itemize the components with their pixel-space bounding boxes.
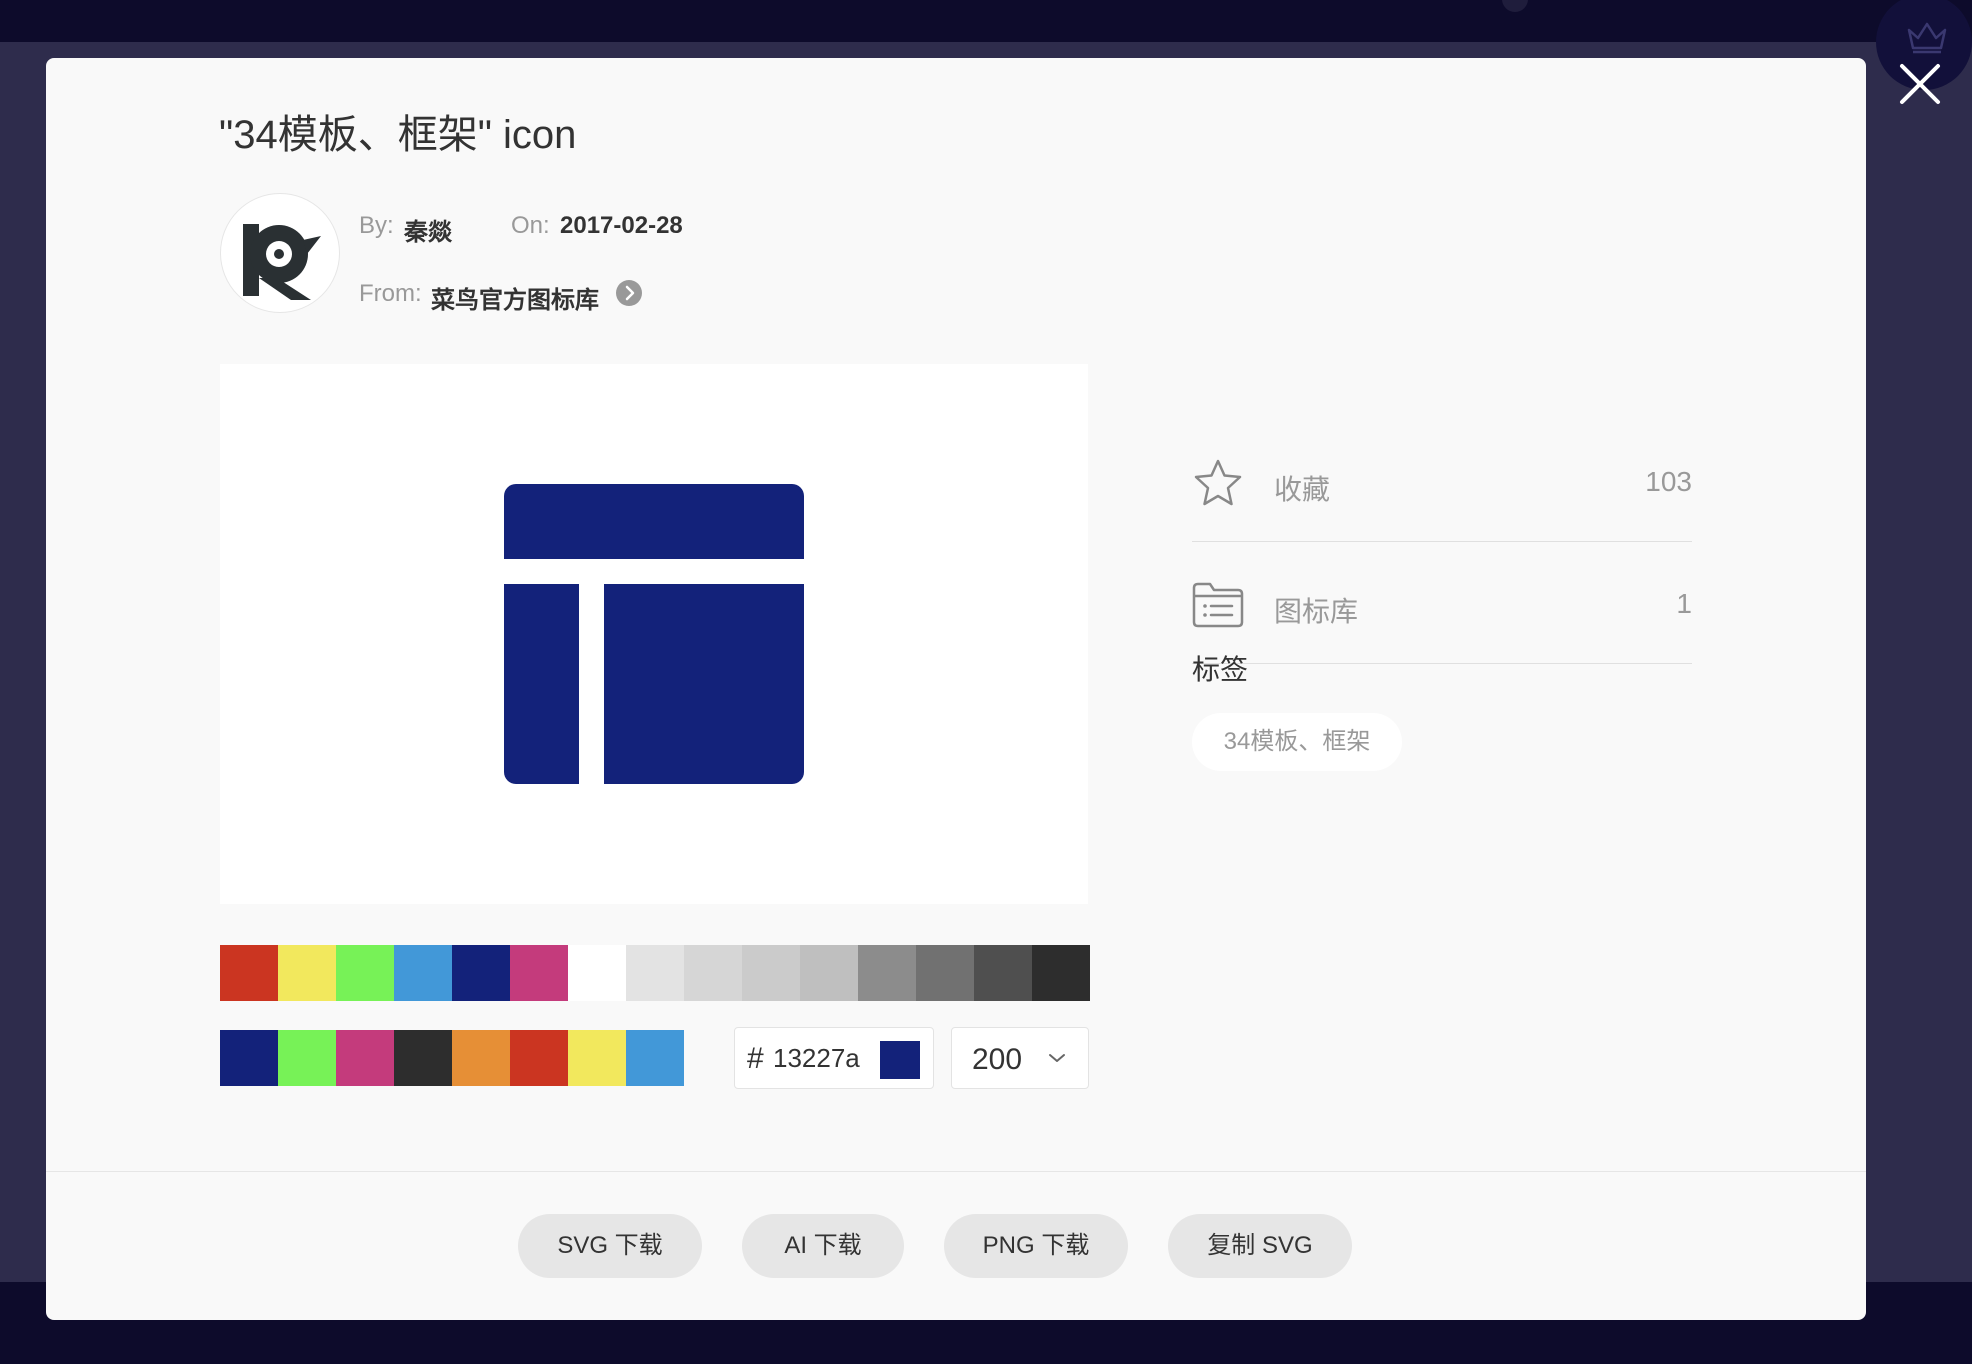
color-swatch[interactable] bbox=[336, 945, 394, 1001]
color-swatch[interactable] bbox=[684, 945, 742, 1001]
crown-icon bbox=[1907, 22, 1947, 54]
tags-heading: 标签 bbox=[1192, 654, 1249, 685]
color-swatch[interactable] bbox=[568, 945, 626, 1001]
go-to-library-button[interactable] bbox=[616, 280, 642, 306]
folder-list-icon bbox=[1192, 582, 1244, 628]
icon-content-block bbox=[604, 584, 804, 784]
icon-preview bbox=[220, 364, 1088, 904]
on-label: On: bbox=[511, 212, 550, 239]
source-library-link[interactable]: 菜鸟官方图标库 bbox=[431, 280, 599, 315]
color-swatch[interactable] bbox=[974, 945, 1032, 1001]
libraries-label: 图标库 bbox=[1274, 596, 1359, 627]
color-swatch[interactable] bbox=[510, 1030, 568, 1086]
footer-divider bbox=[46, 1171, 1866, 1172]
close-button[interactable] bbox=[1898, 62, 1942, 106]
color-swatch[interactable] bbox=[1032, 945, 1090, 1001]
color-swatch[interactable] bbox=[800, 945, 858, 1001]
color-swatch[interactable] bbox=[510, 945, 568, 1001]
favorites-row[interactable]: 收藏 103 bbox=[1192, 422, 1692, 542]
color-hex-field: # bbox=[734, 1027, 934, 1089]
color-swatch[interactable] bbox=[278, 945, 336, 1001]
author-avatar[interactable] bbox=[220, 193, 340, 313]
color-swatch[interactable] bbox=[278, 1030, 336, 1086]
star-icon bbox=[1194, 459, 1242, 506]
color-swatch[interactable] bbox=[626, 1030, 684, 1086]
color-swatch[interactable] bbox=[858, 945, 916, 1001]
png-download-button[interactable]: PNG 下载 bbox=[944, 1214, 1128, 1278]
color-swatch[interactable] bbox=[336, 1030, 394, 1086]
tag-pill[interactable]: 34模板、框架 bbox=[1192, 713, 1402, 771]
color-swatch[interactable] bbox=[626, 945, 684, 1001]
favorites-count: 103 bbox=[1645, 466, 1692, 497]
copy-svg-button[interactable]: 复制 SVG bbox=[1168, 1214, 1352, 1278]
color-swatch[interactable] bbox=[452, 945, 510, 1001]
size-select[interactable]: 200 bbox=[951, 1027, 1089, 1089]
libraries-count: 1 bbox=[1676, 588, 1692, 619]
favorites-label: 收藏 bbox=[1274, 474, 1331, 505]
svg-download-button[interactable]: SVG 下载 bbox=[518, 1214, 702, 1278]
color-swatch[interactable] bbox=[220, 945, 278, 1001]
libraries-row[interactable]: 图标库 1 bbox=[1192, 544, 1692, 664]
nav-avatar[interactable] bbox=[1502, 0, 1528, 12]
chevron-right-icon bbox=[625, 285, 635, 301]
chevron-down-icon bbox=[1049, 1054, 1065, 1062]
icon-header-block bbox=[504, 484, 804, 559]
color-swatch[interactable] bbox=[916, 945, 974, 1001]
icon-detail-modal: "34模板、框架" icon By: 秦燚 On: 2017-02-28 Fro… bbox=[46, 58, 1866, 1320]
size-value: 200 bbox=[972, 1043, 1023, 1076]
color-swatch[interactable] bbox=[742, 945, 800, 1001]
icon-sidebar-block bbox=[504, 584, 579, 784]
color-swatch[interactable] bbox=[452, 1030, 510, 1086]
color-palette bbox=[220, 945, 1090, 1001]
recent-colors bbox=[220, 1030, 684, 1086]
ai-download-button[interactable]: AI 下载 bbox=[742, 1214, 904, 1278]
author-name[interactable]: 秦燚 bbox=[404, 212, 452, 247]
upload-date: 2017-02-28 bbox=[560, 212, 683, 239]
color-swatch[interactable] bbox=[394, 1030, 452, 1086]
icon-title: "34模板、框架" icon bbox=[219, 113, 577, 157]
current-color-chip bbox=[880, 1041, 920, 1079]
by-label: By: bbox=[359, 212, 394, 239]
color-swatch[interactable] bbox=[220, 1030, 278, 1086]
hash-symbol: # bbox=[747, 1042, 764, 1075]
hex-color-input[interactable] bbox=[773, 1040, 883, 1076]
top-nav-bar bbox=[0, 0, 1972, 42]
from-label: From: bbox=[359, 280, 422, 307]
color-swatch[interactable] bbox=[394, 945, 452, 1001]
rookie-logo-icon bbox=[243, 224, 321, 300]
close-icon bbox=[1900, 64, 1940, 104]
color-swatch[interactable] bbox=[568, 1030, 626, 1086]
